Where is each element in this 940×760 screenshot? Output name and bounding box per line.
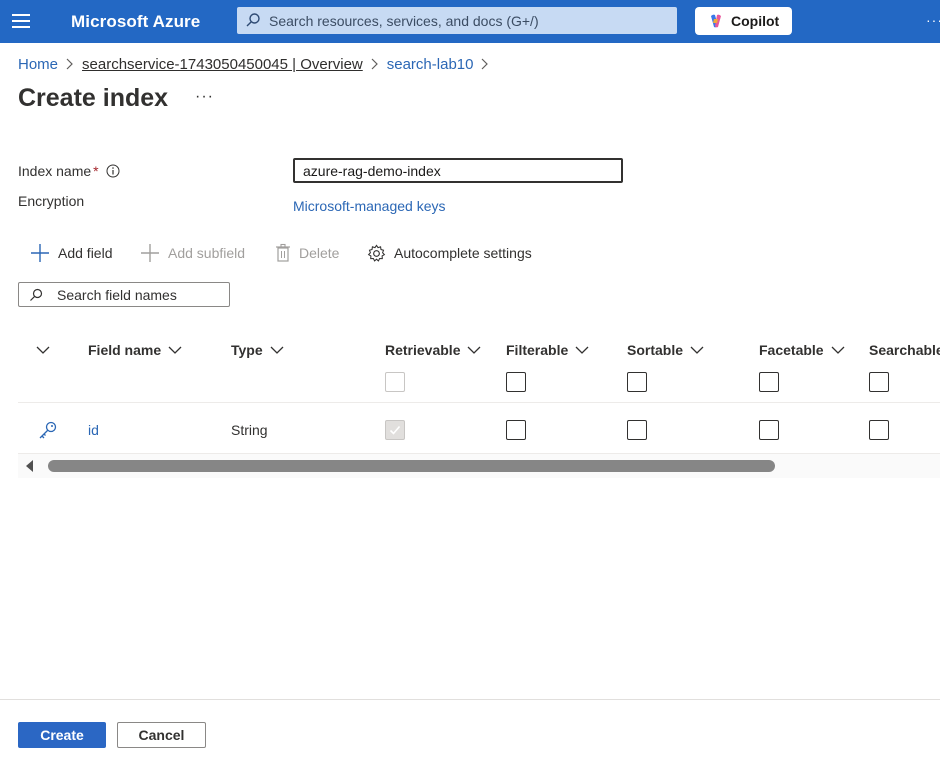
footer-divider <box>0 699 940 700</box>
plus-icon <box>31 244 49 262</box>
autocomplete-settings-button[interactable]: Autocomplete settings <box>367 242 532 264</box>
retrievable-checkbox <box>385 420 405 440</box>
column-sortable-label: Sortable <box>627 342 684 358</box>
delete-button[interactable]: Delete <box>275 242 339 264</box>
searchable-all-checkbox[interactable] <box>869 372 889 392</box>
column-retrievable[interactable]: Retrievable <box>385 341 481 359</box>
key-icon <box>39 421 57 439</box>
row-divider <box>18 402 940 403</box>
column-searchable-label: Searchable <box>869 342 940 358</box>
column-retrievable-label: Retrievable <box>385 342 461 358</box>
column-filterable-label: Filterable <box>506 342 569 358</box>
chevron-right-icon <box>363 55 387 73</box>
breadcrumb: Home searchservice-1743050450045 | Overv… <box>18 55 497 73</box>
horizontal-scrollbar[interactable] <box>18 454 940 478</box>
add-subfield-label: Add subfield <box>168 245 246 261</box>
chevron-right-icon <box>473 55 497 73</box>
column-field-name[interactable]: Field name <box>88 341 182 359</box>
retrievable-all-checkbox <box>385 372 405 392</box>
checkmark-icon <box>389 425 401 435</box>
encryption-label: Encryption <box>18 193 85 209</box>
column-facetable-label: Facetable <box>759 342 824 358</box>
add-subfield-button[interactable]: Add subfield <box>140 242 245 264</box>
expand-all-toggle[interactable] <box>36 341 50 359</box>
search-icon <box>246 13 260 27</box>
index-name-label-text: Index name <box>18 163 92 179</box>
scroll-left-icon[interactable] <box>24 459 34 473</box>
breadcrumb-home[interactable]: Home <box>18 56 58 73</box>
add-field-button[interactable]: Add field <box>30 242 112 264</box>
index-name-label: Index name * <box>18 163 99 179</box>
info-icon[interactable] <box>106 164 120 178</box>
column-facetable[interactable]: Facetable <box>759 341 845 359</box>
autocomplete-settings-label: Autocomplete settings <box>394 245 532 261</box>
column-type[interactable]: Type <box>231 341 284 359</box>
required-mark: * <box>93 163 99 179</box>
menu-icon[interactable] <box>12 14 32 28</box>
copilot-icon <box>711 14 721 28</box>
facetable-all-checkbox[interactable] <box>759 372 779 392</box>
filterable-checkbox[interactable] <box>506 420 526 440</box>
scrollbar-thumb[interactable] <box>48 460 775 472</box>
copilot-label: Copilot <box>731 13 780 29</box>
column-field-name-label: Field name <box>88 342 162 358</box>
gear-icon <box>367 244 386 262</box>
copilot-button[interactable]: Copilot <box>695 7 792 35</box>
global-search[interactable] <box>237 7 677 34</box>
top-more-icon[interactable]: ··· <box>926 12 940 28</box>
cancel-button[interactable]: Cancel <box>117 722 206 748</box>
sortable-checkbox[interactable] <box>627 420 647 440</box>
column-filterable[interactable]: Filterable <box>506 341 589 359</box>
trash-icon <box>276 243 290 262</box>
top-bar: Microsoft Azure Copilot ··· <box>0 0 940 43</box>
column-type-label: Type <box>231 342 263 358</box>
breadcrumb-service[interactable]: searchservice-1743050450045 | Overview <box>82 56 363 73</box>
searchable-checkbox[interactable] <box>869 420 889 440</box>
facetable-checkbox[interactable] <box>759 420 779 440</box>
filterable-all-checkbox[interactable] <box>506 372 526 392</box>
column-sortable[interactable]: Sortable <box>627 341 704 359</box>
breadcrumb-lab[interactable]: search-lab10 <box>387 56 474 73</box>
global-search-input[interactable] <box>269 7 669 34</box>
search-icon <box>30 288 43 301</box>
chevron-down-icon <box>36 346 50 354</box>
add-field-label: Add field <box>58 245 113 261</box>
chevron-right-icon <box>58 55 82 73</box>
fields-grid: Field name Type Retrievable Filterable S… <box>18 330 940 480</box>
chevron-down-icon <box>168 346 182 354</box>
sortable-all-checkbox[interactable] <box>627 372 647 392</box>
chevron-down-icon <box>831 346 845 354</box>
delete-label: Delete <box>299 245 340 261</box>
type-cell: String <box>231 422 268 438</box>
chevron-down-icon <box>270 346 284 354</box>
chevron-down-icon <box>468 346 481 354</box>
chevron-down-icon <box>690 346 704 354</box>
more-options-icon[interactable]: ··· <box>195 88 214 106</box>
field-search[interactable] <box>18 282 230 307</box>
index-name-input[interactable] <box>293 158 623 183</box>
brand-title[interactable]: Microsoft Azure <box>71 12 200 32</box>
create-button[interactable]: Create <box>18 722 106 748</box>
plus-icon <box>141 244 159 262</box>
column-searchable[interactable]: Searchable <box>869 341 940 359</box>
encryption-link[interactable]: Microsoft-managed keys <box>293 198 446 214</box>
field-name-cell[interactable]: id <box>88 422 99 438</box>
page-title: Create index <box>18 84 169 112</box>
chevron-down-icon <box>575 346 589 354</box>
field-search-input[interactable] <box>57 283 225 306</box>
